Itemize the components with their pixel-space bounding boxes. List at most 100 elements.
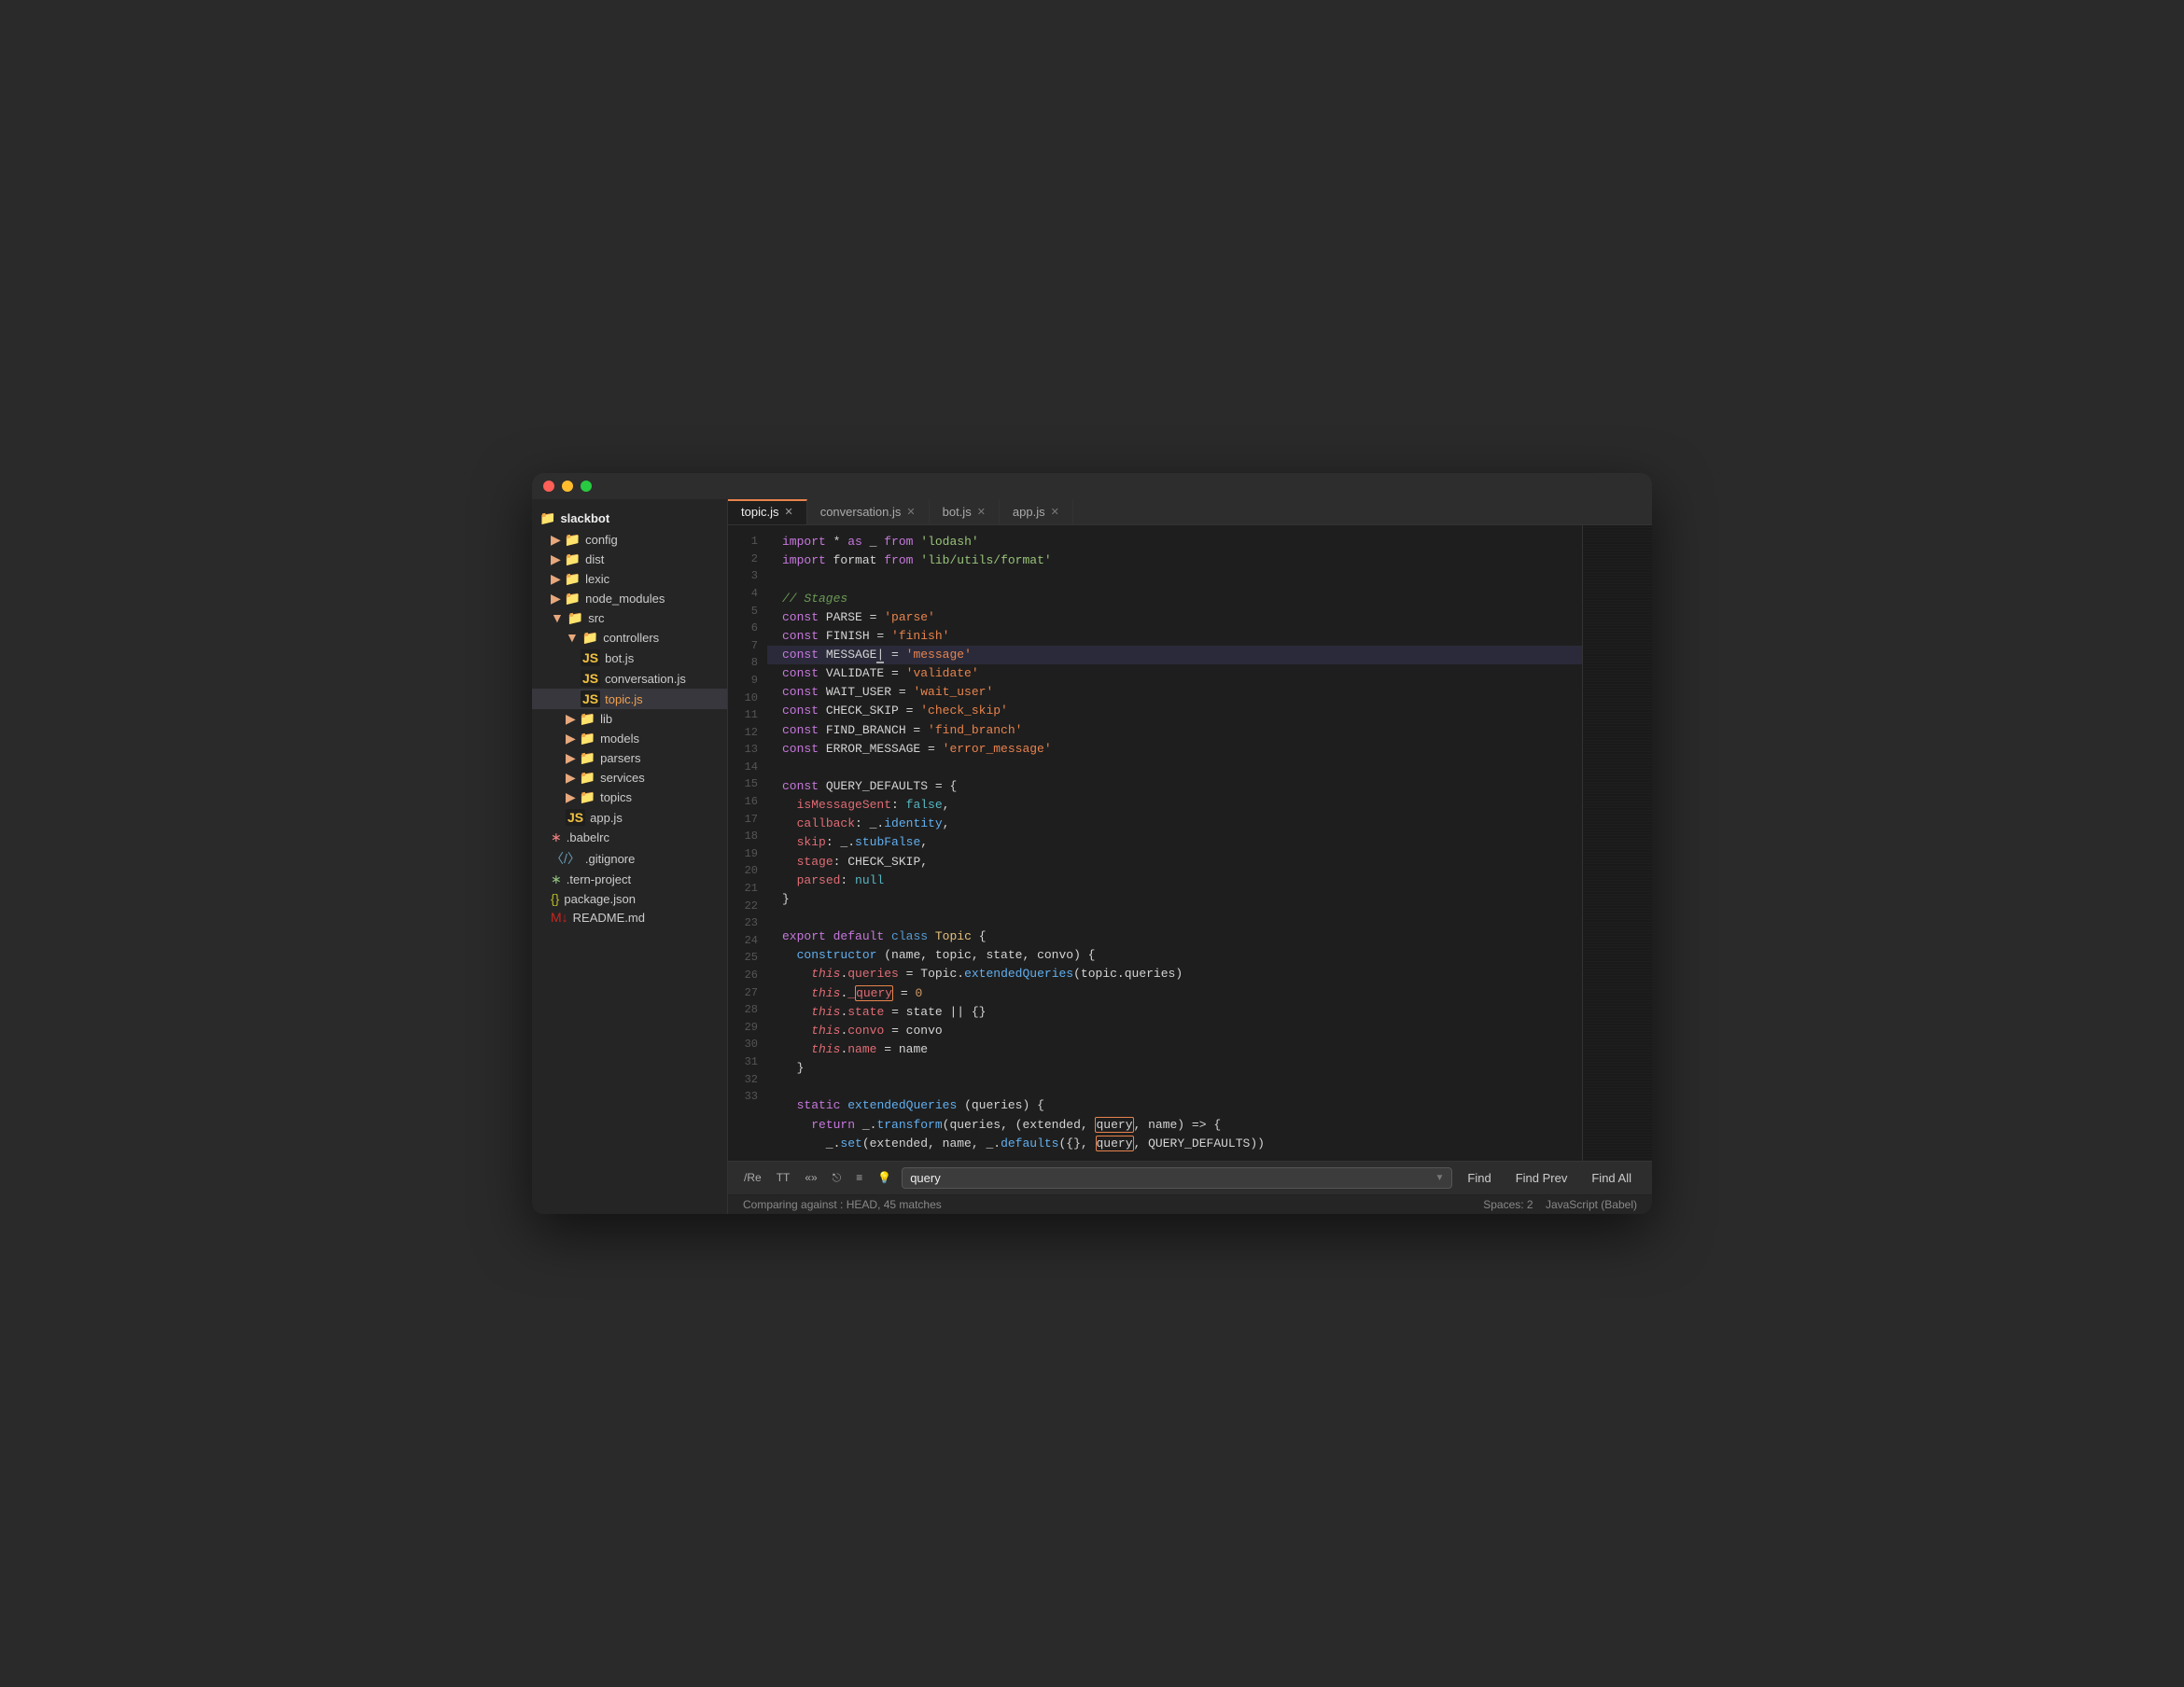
sidebar-item-node_modules[interactable]: ▶ 📁 node_modules <box>532 589 727 608</box>
sidebar-item-readme[interactable]: M↓ README.md <box>532 908 727 927</box>
tabs-bar: topic.js ✕ conversation.js ✕ bot.js ✕ ap… <box>728 499 1652 525</box>
gitignore-file-icon: 〈/〉 <box>551 849 581 868</box>
babelrc-file-icon: ∗ <box>551 830 562 845</box>
close-icon-conversation[interactable]: ✕ <box>906 506 915 518</box>
tab-topic.js[interactable]: topic.js ✕ <box>728 499 807 524</box>
code-line-13 <box>767 759 1582 777</box>
code-line-9: const WAIT_USER = 'wait_user' <box>767 683 1582 702</box>
code-line-32: return _.transform(queries, (extended, q… <box>767 1116 1582 1135</box>
close-icon-app[interactable]: ✕ <box>1051 506 1059 518</box>
sidebar-root[interactable]: 📁 slackbot <box>532 507 727 530</box>
readme-file-icon: M↓ <box>551 910 568 925</box>
sidebar-label-dist: dist <box>585 552 604 566</box>
folder-icon: ▶ 📁 <box>566 770 595 786</box>
sidebar-item-gitignore[interactable]: 〈/〉 .gitignore <box>532 847 727 870</box>
code-line-16: callback: _.identity, <box>767 815 1582 833</box>
folder-open-icon: ▼ 📁 <box>566 630 598 646</box>
sidebar-item-services[interactable]: ▶ 📁 services <box>532 768 727 788</box>
tern-file-icon: ∗ <box>551 871 562 887</box>
sidebar-label-controllers: controllers <box>603 631 659 645</box>
code-line-7: const MESSAGE| = 'message' <box>767 646 1582 664</box>
code-line-5: const PARSE = 'parse' <box>767 608 1582 627</box>
code-line-8: const VALIDATE = 'validate' <box>767 664 1582 683</box>
find-button[interactable]: Find <box>1458 1168 1500 1188</box>
code-line-28: this.name = name <box>767 1040 1582 1059</box>
code-editor[interactable]: 1 2 3 4 5 6 7 8 9 10 11 12 13 14 15 16 1 <box>728 525 1652 1161</box>
status-right: Spaces: 2 JavaScript (Babel) <box>1483 1198 1637 1211</box>
code-line-27: this.convo = convo <box>767 1022 1582 1040</box>
titlebar <box>532 473 1652 499</box>
js-file-icon: JS <box>581 649 600 666</box>
sidebar-label-src: src <box>588 611 604 625</box>
code-line-24: this.queries = Topic.extendedQueries(top… <box>767 965 1582 983</box>
sidebar-item-babelrc[interactable]: ∗ .babelrc <box>532 828 727 847</box>
sidebar-item-bot.js[interactable]: JS bot.js <box>532 648 727 668</box>
code-line-31: static extendedQueries (queries) { <box>767 1096 1582 1115</box>
folder-icon: ▶ 📁 <box>566 789 595 805</box>
sidebar-item-src[interactable]: ▼ 📁 src <box>532 608 727 628</box>
sidebar-label-lib: lib <box>600 712 612 726</box>
sidebar-label-app.js: app.js <box>590 811 623 825</box>
main-window: 📁 slackbot ▶ 📁 config ▶ 📁 dist ▶ 📁 lexic… <box>532 473 1652 1214</box>
folder-icon: ▶ 📁 <box>566 731 595 746</box>
code-line-22: export default class Topic { <box>767 927 1582 946</box>
js-file-icon: JS <box>581 690 600 707</box>
sidebar-label-conversation.js: conversation.js <box>605 672 686 686</box>
tab-app.js[interactable]: app.js ✕ <box>1000 499 1073 524</box>
code-line-11: const FIND_BRANCH = 'find_branch' <box>767 721 1582 740</box>
sidebar-item-lexic[interactable]: ▶ 📁 lexic <box>532 569 727 589</box>
tab-label-bot: bot.js <box>943 505 972 519</box>
language-label: JavaScript (Babel) <box>1546 1198 1637 1211</box>
code-line-4: // Stages <box>767 590 1582 608</box>
sidebar-item-models[interactable]: ▶ 📁 models <box>532 729 727 748</box>
close-icon-bot[interactable]: ✕ <box>977 506 986 518</box>
sidebar-label-topic.js: topic.js <box>605 692 642 706</box>
search-toolbar: /Re TT «» ⎋ ≡ 💡 ▼ Find Find Prev Find Al… <box>728 1161 1652 1194</box>
main-area: 📁 slackbot ▶ 📁 config ▶ 📁 dist ▶ 📁 lexic… <box>532 499 1652 1214</box>
close-button[interactable] <box>543 481 554 492</box>
sidebar-item-package.json[interactable]: {} package.json <box>532 889 727 908</box>
sidebar-item-parsers[interactable]: ▶ 📁 parsers <box>532 748 727 768</box>
minimize-button[interactable] <box>562 481 573 492</box>
folder-icon: ▶ 📁 <box>566 711 595 727</box>
code-line-2: import format from 'lib/utils/format' <box>767 551 1582 570</box>
regex-button[interactable]: /Re <box>739 1169 766 1186</box>
code-line-6: const FINISH = 'finish' <box>767 627 1582 646</box>
find-all-button[interactable]: Find All <box>1582 1168 1641 1188</box>
find-prev-button[interactable]: Find Prev <box>1506 1168 1577 1188</box>
code-line-29: } <box>767 1059 1582 1078</box>
code-line-1: import * as _ from 'lodash' <box>767 533 1582 551</box>
sidebar-root-label: slackbot <box>560 511 609 525</box>
tab-bot.js[interactable]: bot.js ✕ <box>930 499 1000 524</box>
close-icon-topic[interactable]: ✕ <box>784 506 792 518</box>
maximize-button[interactable] <box>581 481 592 492</box>
minimap-content <box>1583 525 1652 1161</box>
search-input-wrap[interactable]: ▼ <box>902 1167 1452 1189</box>
chevron-down-icon[interactable]: ▼ <box>1435 1173 1445 1183</box>
spaces-label: Spaces: 2 <box>1483 1198 1533 1211</box>
search-input[interactable] <box>910 1171 1435 1185</box>
sidebar-item-config[interactable]: ▶ 📁 config <box>532 530 727 550</box>
code-line-30 <box>767 1078 1582 1096</box>
wrap-button[interactable]: ⎋ <box>828 1169 847 1187</box>
sidebar-item-lib[interactable]: ▶ 📁 lib <box>532 709 727 729</box>
status-bar: Comparing against : HEAD, 45 matches Spa… <box>728 1194 1652 1214</box>
word-button[interactable]: «» <box>800 1169 821 1186</box>
sidebar-item-topic.js[interactable]: JS topic.js <box>532 689 727 709</box>
sidebar-item-conversation.js[interactable]: JS conversation.js <box>532 668 727 689</box>
sidebar-item-controllers[interactable]: ▼ 📁 controllers <box>532 628 727 648</box>
tab-label-topic: topic.js <box>741 505 778 519</box>
align-button[interactable]: ≡ <box>851 1169 867 1186</box>
editor-area: topic.js ✕ conversation.js ✕ bot.js ✕ ap… <box>728 499 1652 1214</box>
sidebar-item-app.js[interactable]: JS app.js <box>532 807 727 828</box>
case-button[interactable]: TT <box>772 1169 795 1186</box>
minimap <box>1582 525 1652 1161</box>
code-line-26: this.state = state || {} <box>767 1003 1582 1022</box>
pkg-file-icon: {} <box>551 891 559 906</box>
sidebar-item-dist[interactable]: ▶ 📁 dist <box>532 550 727 569</box>
tab-conversation.js[interactable]: conversation.js ✕ <box>807 499 930 524</box>
code-line-23: constructor (name, topic, state, convo) … <box>767 946 1582 965</box>
sidebar-item-tern[interactable]: ∗ .tern-project <box>532 870 727 889</box>
sidebar-item-topics[interactable]: ▶ 📁 topics <box>532 788 727 807</box>
light-button[interactable]: 💡 <box>873 1169 896 1186</box>
